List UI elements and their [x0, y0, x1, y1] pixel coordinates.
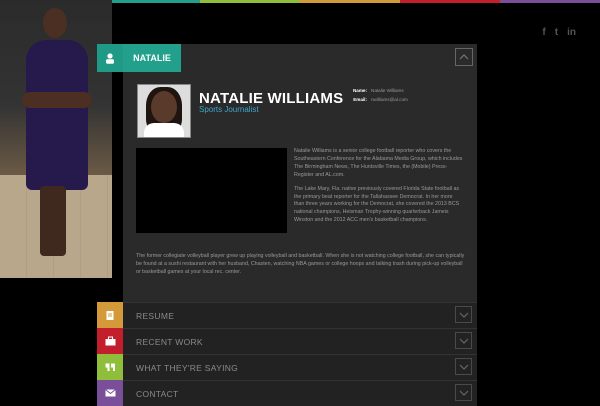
section-label: RESUME: [136, 311, 175, 321]
section-label: RECENT WORK: [136, 337, 203, 347]
twitter-icon[interactable]: t: [555, 27, 558, 38]
person-tab-icon[interactable]: [97, 44, 123, 72]
section-contact[interactable]: CONTACT: [97, 380, 477, 406]
expand-button[interactable]: [455, 306, 472, 323]
section-recent-work[interactable]: RECENT WORK: [97, 328, 477, 354]
quote-icon: [97, 354, 123, 380]
bio-text: Natalie Williams is a senior college foo…: [294, 148, 464, 231]
social-links: f t in: [542, 27, 576, 38]
linkedin-icon[interactable]: in: [567, 27, 576, 38]
collapse-button[interactable]: [455, 48, 473, 66]
bio-paragraph-2: The Lake Mary, Fla. native previously co…: [294, 185, 460, 224]
bio-paragraph-1: Natalie Williams is a senior college foo…: [294, 148, 463, 178]
expand-button[interactable]: [455, 358, 472, 375]
chevron-down-icon: [459, 364, 468, 370]
person-icon: [106, 52, 114, 64]
profile-title: Sports Journalist: [199, 105, 259, 114]
document-icon: [97, 302, 123, 328]
section-label: WHAT THEY'RE SAYING: [136, 363, 239, 373]
avatar: [137, 84, 191, 138]
name-label: Name:: [352, 88, 367, 93]
chevron-down-icon: [459, 338, 468, 344]
email-label: Email:: [353, 97, 367, 102]
chevron-down-icon: [459, 390, 468, 396]
name-value: Natalie Williams: [371, 88, 404, 93]
tab-natalie[interactable]: NATALIE: [123, 44, 181, 72]
section-label: CONTACT: [136, 389, 179, 399]
facebook-icon[interactable]: f: [542, 27, 545, 38]
expand-button[interactable]: [455, 384, 472, 401]
chevron-up-icon: [459, 54, 469, 60]
section-what-theyre-saying[interactable]: WHAT THEY'RE SAYING: [97, 354, 477, 380]
email-value[interactable]: nwilliams@al.com: [371, 97, 408, 102]
section-resume[interactable]: RESUME: [97, 302, 477, 328]
chevron-down-icon: [459, 312, 468, 318]
envelope-icon: [97, 380, 123, 406]
video-player[interactable]: [136, 148, 287, 233]
expand-button[interactable]: [455, 332, 472, 349]
hero-photo: [0, 0, 112, 278]
bio-paragraph-3: The former collegiate volleyball player …: [136, 253, 465, 275]
contact-info: Name: Natalie Williams Email: nwilliams@al…: [349, 86, 408, 104]
briefcase-icon: [97, 328, 123, 354]
